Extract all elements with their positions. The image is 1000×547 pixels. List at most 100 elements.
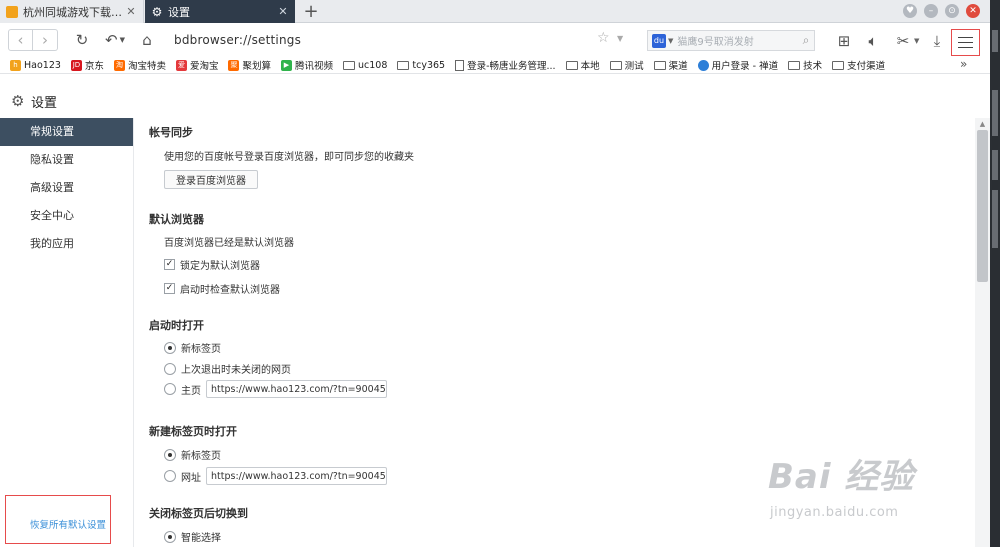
lock-default-checkbox[interactable]: ✓	[164, 259, 175, 270]
maximize-button[interactable]: ⊙	[945, 4, 959, 18]
restore-defaults-link[interactable]: 恢复所有默认设置	[30, 517, 106, 531]
account-sync-description: 使用您的百度帐号登录百度浏览器，即可同步您的收藏夹	[164, 152, 414, 163]
bookmark-aitaobao[interactable]: 爱爱淘宝	[175, 58, 218, 72]
gear-icon: ⚙	[151, 4, 163, 19]
bookmark-jd[interactable]: JD 京东	[70, 58, 104, 72]
login-baidu-button[interactable]: 登录百度浏览器	[164, 170, 258, 189]
tab-close-icon[interactable]: ✕	[125, 5, 137, 18]
scrollbar-thumb[interactable]	[977, 130, 988, 282]
download-icon[interactable]: ⤓	[926, 30, 948, 52]
bookmark-uc108[interactable]: uc108	[343, 60, 387, 71]
vertical-scrollbar[interactable]: ▲	[975, 118, 990, 547]
close-tab-option-smart[interactable]: 智能选择	[164, 529, 221, 544]
undo-close-tab-button[interactable]: ↶ ▼	[100, 29, 130, 51]
search-icon[interactable]: ⌕	[798, 33, 814, 48]
new-tab-url-field[interactable]: https://www.hao123.com/?tn=90045159_h	[206, 467, 387, 485]
speaker-icon[interactable]: 🔈︎	[862, 30, 884, 52]
new-tab-button[interactable]: +	[298, 1, 324, 22]
chevron-double-right-icon[interactable]: »	[960, 57, 967, 71]
back-button[interactable]: ‹	[8, 29, 33, 51]
bookmark-juhuasuan[interactable]: 聚聚划算	[228, 58, 271, 72]
checkbox-label: 锁定为默认浏览器	[180, 261, 260, 272]
radio-label: 网址	[181, 472, 201, 484]
tab-hangzhou-games[interactable]: 杭州同城游戏下载 | 杭州... ✕	[0, 0, 144, 23]
address-bar[interactable]: bdbrowser://settings	[174, 33, 301, 47]
sidebar-item-privacy[interactable]: 隐私设置	[0, 146, 133, 174]
radio-label: 智能选择	[181, 533, 221, 544]
bookmark-star-icon[interactable]: ☆	[597, 30, 610, 46]
bookmark-login-business[interactable]: 登录-畅唐业务管理...	[455, 58, 556, 72]
bookmark-hao123[interactable]: h Hao123	[10, 59, 61, 71]
sidebar-item-security[interactable]: 安全中心	[0, 202, 133, 230]
radio-label: 新标签页	[181, 451, 221, 462]
page-icon	[455, 59, 465, 71]
watermark-url: jingyan.baidu.com	[770, 505, 899, 520]
radio-button[interactable]	[164, 362, 176, 375]
tab-title: 设置	[168, 5, 190, 19]
new-tab-option-new-tab[interactable]: 新标签页	[164, 447, 221, 462]
search-input[interactable]: 猫鹰9号取消发射	[677, 33, 798, 48]
minimize-button[interactable]: –	[924, 4, 938, 18]
site-favicon-icon	[6, 5, 18, 18]
bookmark-tcy365[interactable]: tcy365	[397, 60, 445, 71]
lock-default-browser-row[interactable]: ✓ 锁定为默认浏览器	[164, 257, 260, 272]
bookmark-tech[interactable]: 技术	[788, 58, 822, 72]
startup-option-restore-session[interactable]: 上次退出时未关闭的网页	[164, 361, 291, 376]
hamburger-icon	[958, 41, 973, 44]
tab-strip: 杭州同城游戏下载 | 杭州... ✕ ⚙ 设置 ✕ + ♥ – ⊙ ✕	[0, 0, 990, 23]
scissors-icon[interactable]: ✂	[892, 30, 914, 52]
watermark-logo: Bai 经验	[768, 457, 915, 497]
home-button[interactable]: ⌂	[136, 29, 158, 51]
chevron-down-icon[interactable]: ▼	[914, 37, 919, 45]
sidebar-item-general[interactable]: 常规设置	[0, 118, 133, 146]
jd-icon: JD	[70, 59, 82, 71]
forward-button[interactable]: ›	[33, 29, 58, 51]
reload-button[interactable]: ↻	[71, 29, 93, 51]
tab-settings[interactable]: ⚙ 设置 ✕	[145, 0, 295, 23]
check-on-start-checkbox[interactable]: ✓	[164, 283, 175, 294]
radio-button[interactable]	[164, 383, 176, 395]
baidu-engine-icon[interactable]: du	[652, 33, 666, 48]
check-default-on-start-row[interactable]: ✓ 启动时检查默认浏览器	[164, 281, 280, 296]
sidebar-item-advanced[interactable]: 高级设置	[0, 174, 133, 202]
scroll-up-icon[interactable]: ▲	[975, 118, 990, 130]
apps-icon[interactable]: ⊞	[833, 30, 855, 52]
baidu-jingyan-watermark: Bai 经验 jingyan.baidu.com	[768, 447, 968, 532]
gear-icon: ⚙	[11, 91, 25, 110]
search-box[interactable]: du ▼ 猫鹰9号取消发射 ⌕	[647, 30, 815, 51]
startup-option-new-tab[interactable]: 新标签页	[164, 340, 221, 355]
tab-close-icon[interactable]: ✕	[277, 5, 289, 18]
settings-sidebar: 常规设置 隐私设置 高级设置 安全中心 我的应用 恢复所有默认设置	[0, 118, 134, 547]
folder-icon	[609, 60, 622, 70]
taobao-icon: 淘	[113, 59, 125, 71]
radio-button[interactable]	[164, 341, 176, 354]
bookmark-tencent-video[interactable]: ▶ 腾讯视频	[280, 58, 333, 72]
juhuasuan-icon: 聚	[228, 59, 240, 71]
section-title-default-browser: 默认浏览器	[149, 213, 204, 226]
tencent-video-icon: ▶	[280, 59, 292, 71]
close-window-button[interactable]: ✕	[966, 4, 980, 18]
radio-button[interactable]	[164, 448, 176, 461]
bookmark-zentao-login[interactable]: 用户登录 - 禅道	[697, 58, 778, 72]
radio-button[interactable]	[164, 530, 176, 543]
bookmark-test[interactable]: 测试	[609, 58, 644, 72]
chevron-down-icon[interactable]: ▼	[668, 37, 673, 45]
new-tab-option-url[interactable]: 网址 https://www.hao123.com/?tn=90045159_h	[164, 467, 387, 485]
hao123-icon: h	[10, 59, 21, 71]
skin-button[interactable]: ♥	[903, 4, 917, 18]
sidebar-item-my-apps[interactable]: 我的应用	[0, 230, 133, 258]
bookmark-channel[interactable]: 渠道	[653, 58, 688, 72]
bookmark-taobao-sale[interactable]: 淘淘宝特卖	[113, 58, 166, 72]
section-title-account-sync: 帐号同步	[149, 126, 193, 139]
folder-icon	[832, 60, 845, 70]
radio-button[interactable]	[164, 470, 176, 482]
globe-icon	[697, 59, 709, 71]
menu-button[interactable]	[951, 29, 980, 56]
bookmark-local[interactable]: 本地	[565, 58, 600, 72]
radio-label: 新标签页	[181, 344, 221, 355]
startup-option-homepage[interactable]: 主页 https://www.hao123.com/?tn=90045159_h	[164, 380, 387, 398]
chevron-down-icon[interactable]: ▼	[617, 34, 623, 43]
homepage-url-field[interactable]: https://www.hao123.com/?tn=90045159_h	[206, 380, 387, 398]
bookmark-payment-channel[interactable]: 支付渠道	[832, 58, 885, 72]
default-browser-status: 百度浏览器已经是默认浏览器	[164, 238, 294, 249]
